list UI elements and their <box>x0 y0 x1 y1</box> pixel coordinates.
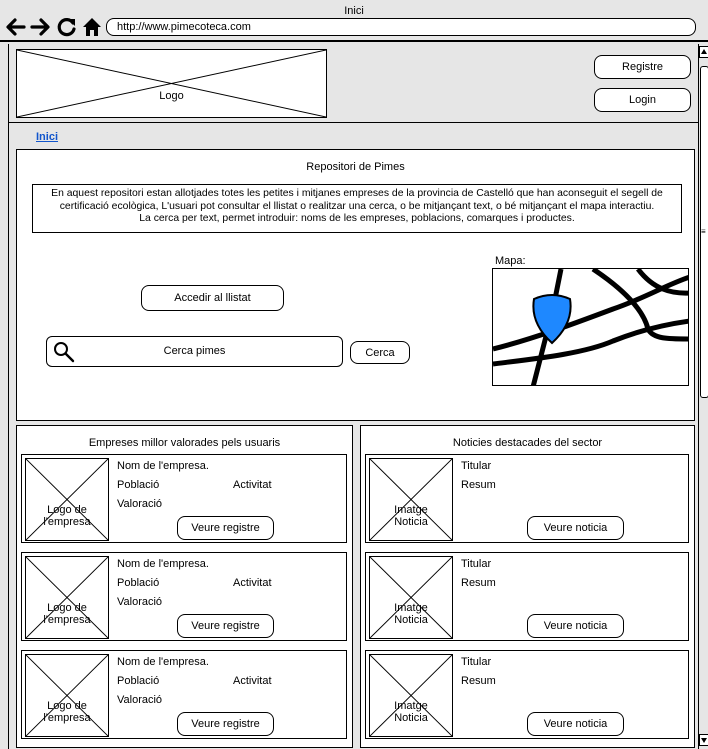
company-name: Nom de l'empresa. <box>117 460 209 472</box>
arrow-left-icon[interactable] <box>4 18 26 36</box>
company-rating: Valoració <box>117 596 163 608</box>
company-logo-label: Logo de l'empresa <box>43 504 91 528</box>
register-button[interactable]: Registre <box>594 55 691 79</box>
search-placeholder: Cerca pimes <box>163 345 226 357</box>
search-button[interactable]: Cerca <box>350 341 410 364</box>
news-headline: Titular <box>461 558 492 570</box>
view-record-button[interactable]: Veure registre <box>177 614 274 638</box>
description-line: certificació ecològica, L'usuari pot con… <box>59 200 655 212</box>
company-activity: Activitat <box>233 577 272 589</box>
news-card: Imatge Noticia Titular Resum Veure notic… <box>365 454 689 543</box>
news-summary: Resum <box>461 479 496 491</box>
scroll-grip-icon: ≡ <box>701 227 706 236</box>
company-town: Població <box>117 479 160 491</box>
window-title: Inici <box>344 5 364 17</box>
map-label: Mapa: <box>495 255 526 267</box>
page-content: Logo Registre Login Inici Repositori de … <box>8 44 699 749</box>
company-rating: Valoració <box>117 498 163 510</box>
company-logo: Logo de l'empresa <box>25 654 109 737</box>
news-panel: Noticies destacades del sector Imatge No… <box>360 425 695 748</box>
repository-title: Repositori de Pimes <box>306 161 405 173</box>
company-logo: Logo de l'empresa <box>25 458 109 541</box>
news-headline: Titular <box>461 656 492 668</box>
news-card: Imatge Noticia Titular Resum Veure notic… <box>365 552 689 641</box>
view-news-button[interactable]: Veure noticia <box>527 614 624 638</box>
news-image: Imatge Noticia <box>369 458 453 541</box>
shield-marker-icon[interactable] <box>528 293 576 345</box>
news-image-label: Imatge Noticia <box>394 700 428 724</box>
news-headline: Titular <box>461 460 492 472</box>
company-rating: Valoració <box>117 694 163 706</box>
news-summary: Resum <box>461 675 496 687</box>
search-input[interactable]: Cerca pimes <box>46 336 343 367</box>
company-card: Logo de l'empresa Nom de l'empresa. Pobl… <box>21 552 347 641</box>
company-name: Nom de l'empresa. <box>117 656 209 668</box>
scroll-up-icon[interactable] <box>699 46 708 58</box>
arrow-right-icon[interactable] <box>30 18 52 36</box>
logo: Logo <box>16 49 327 118</box>
company-name: Nom de l'empresa. <box>117 558 209 570</box>
news-image: Imatge Noticia <box>369 556 453 639</box>
reload-icon[interactable] <box>56 16 78 38</box>
interactive-map[interactable] <box>492 268 689 386</box>
news-title: Noticies destacades del sector <box>452 437 603 449</box>
logo-placeholder-icon <box>17 50 326 117</box>
list-access-button[interactable]: Accedir al llistat <box>141 285 284 311</box>
view-news-button[interactable]: Veure noticia <box>527 712 624 736</box>
news-card: Imatge Noticia Titular Resum Veure notic… <box>365 650 689 739</box>
scroll-down-icon[interactable] <box>699 734 708 746</box>
news-image: Imatge Noticia <box>369 654 453 737</box>
description-line: En aquest repositori estan allotjades to… <box>51 188 663 199</box>
logo-label: Logo <box>159 90 184 102</box>
company-logo-label: Logo de l'empresa <box>43 700 91 724</box>
company-town: Població <box>117 577 160 589</box>
company-activity: Activitat <box>233 479 272 491</box>
news-image-label: Imatge Noticia <box>394 504 428 528</box>
news-image-label: Imatge Noticia <box>394 602 428 626</box>
company-card: Logo de l'empresa Nom de l'empresa. Pobl… <box>21 650 347 739</box>
company-logo: Logo de l'empresa <box>25 556 109 639</box>
companies-panel: Empreses millor valorades pels usuaris L… <box>16 425 353 748</box>
site-header: Logo Registre Login <box>9 44 699 123</box>
view-record-button[interactable]: Veure registre <box>177 712 274 736</box>
home-icon[interactable] <box>82 17 102 37</box>
view-news-button[interactable]: Veure noticia <box>527 516 624 540</box>
repository-panel: Repositori de Pimes En aquest repositori… <box>16 149 695 421</box>
login-button[interactable]: Login <box>594 88 691 112</box>
company-logo-label: Logo de l'empresa <box>43 602 91 626</box>
address-url: http://www.pimecoteca.com <box>117 21 251 33</box>
browser-titlebar: Inici http://www.pimecoteca.com <box>0 0 708 42</box>
vertical-scrollbar[interactable]: ≡ <box>698 44 708 749</box>
breadcrumb-home-link[interactable]: Inici <box>36 131 58 143</box>
description-line: La cerca per text, permet introduir: nom… <box>139 213 575 224</box>
company-activity: Activitat <box>233 675 272 687</box>
company-town: Població <box>117 675 160 687</box>
repository-description: En aquest repositori estan allotjades to… <box>32 184 682 233</box>
address-bar[interactable]: http://www.pimecoteca.com <box>106 18 696 36</box>
news-summary: Resum <box>461 577 496 589</box>
companies-title: Empreses millor valorades pels usuaris <box>88 437 281 449</box>
map-roads-icon <box>493 269 688 385</box>
view-record-button[interactable]: Veure registre <box>177 516 274 540</box>
company-card: Logo de l'empresa Nom de l'empresa. Pobl… <box>21 454 347 543</box>
